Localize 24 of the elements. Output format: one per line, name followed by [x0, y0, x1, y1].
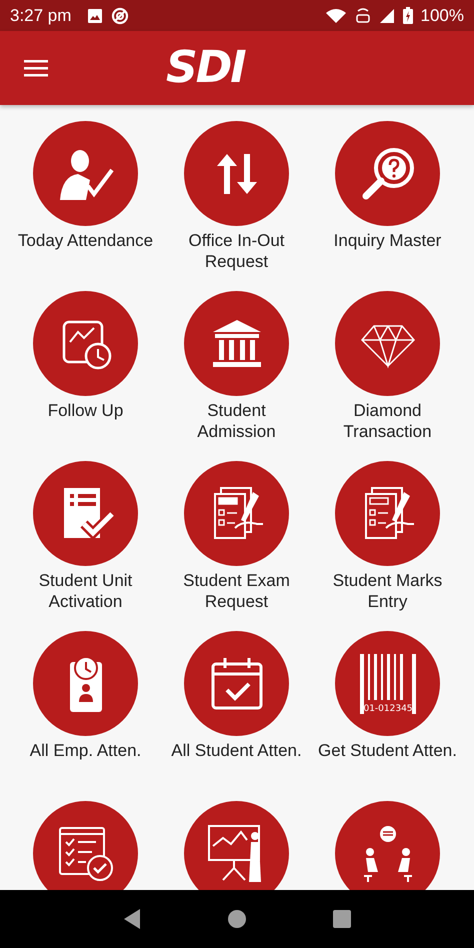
tile-label: All Emp. Atten.	[30, 740, 142, 761]
tile-label: Student Admission	[197, 400, 276, 442]
tile-label: Today Attendance	[18, 230, 154, 251]
tile-label: Inquiry Master	[334, 230, 442, 251]
battery-level: 100%	[420, 6, 464, 26]
signal-icon	[378, 8, 395, 24]
image-icon	[87, 8, 104, 24]
tile-label: Follow Up	[48, 400, 124, 421]
app-logo: SDI	[166, 43, 245, 93]
status-time: 3:27 pm	[10, 6, 72, 26]
tile-label: Get Student Atten.	[318, 740, 457, 761]
tile-label: Office In-Out Request	[188, 230, 285, 272]
battery-icon	[402, 7, 413, 24]
tile-label: Student Unit Activation	[38, 570, 132, 612]
barcode-number: 01-012345	[362, 704, 412, 714]
tile-label: All Student Atten.	[171, 740, 302, 761]
menu-tile-button[interactable]: 01-012345	[335, 631, 440, 736]
tile-label: Student Marks Entry	[332, 570, 442, 612]
tile-label: Diamond Transaction	[343, 400, 432, 442]
menu-icon	[24, 59, 48, 77]
circle-icon	[111, 6, 130, 24]
calendar-check-icon	[208, 656, 264, 712]
wifi-icon	[324, 8, 347, 24]
tile-label: Student Exam Request	[183, 570, 290, 612]
